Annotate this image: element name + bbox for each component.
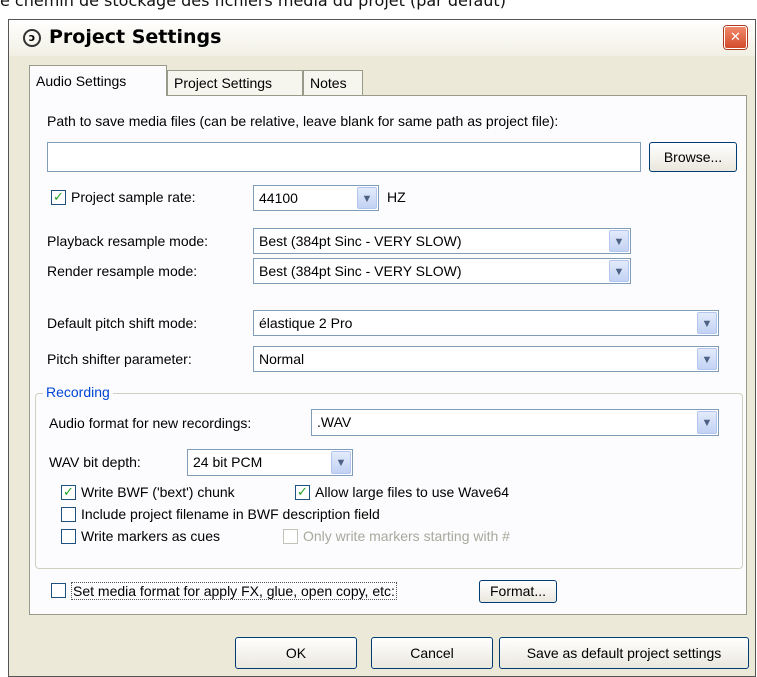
chevron-down-icon[interactable]: ▼	[697, 411, 717, 434]
write-markers-checkbox[interactable]	[61, 529, 76, 544]
tab-audio-settings[interactable]: Audio Settings	[29, 65, 167, 96]
write-markers-label: Write markers as cues	[81, 528, 220, 544]
pitch-param-select[interactable]: Normal ▼	[253, 346, 719, 372]
bit-depth-label: WAV bit depth:	[49, 454, 141, 470]
bit-depth-select[interactable]: 24 bit PCM ▼	[187, 449, 353, 476]
checkmark-icon: ✓	[53, 190, 64, 205]
only-markers-checkbox[interactable]	[283, 529, 298, 544]
only-markers-label: Only write markers starting with #	[303, 528, 510, 544]
page-caption: e chemin de stockage des fichiers média …	[0, 0, 506, 10]
pitch-shift-value: élastique 2 Pro	[259, 315, 353, 331]
bit-depth-value: 24 bit PCM	[193, 454, 263, 470]
render-resample-value: Best (384pt Sinc - VERY SLOW)	[259, 263, 462, 279]
save-default-button[interactable]: Save as default project settings	[499, 637, 749, 669]
browse-button[interactable]: Browse...	[649, 142, 737, 172]
include-filename-label: Include project filename in BWF descript…	[81, 506, 380, 522]
sample-rate-checkbox[interactable]: ✓	[51, 190, 66, 205]
pitch-shift-select[interactable]: élastique 2 Pro ▼	[253, 310, 719, 336]
sample-rate-label: Project sample rate:	[71, 189, 196, 205]
allow-large-checkbox[interactable]: ✓	[295, 485, 310, 500]
media-format-label: Set media format for apply FX, glue, ope…	[71, 582, 397, 600]
pitch-shift-label: Default pitch shift mode:	[47, 315, 198, 331]
playback-resample-select[interactable]: Best (384pt Sinc - VERY SLOW) ▼	[253, 228, 631, 254]
write-bwf-checkbox[interactable]: ✓	[61, 485, 76, 500]
render-resample-label: Render resample mode:	[47, 263, 198, 279]
audio-format-label: Audio format for new recordings:	[49, 415, 252, 431]
tab-notes[interactable]: Notes	[303, 70, 363, 95]
dialog-title: Project Settings	[49, 26, 222, 48]
cancel-button[interactable]: Cancel	[371, 637, 493, 669]
media-path-input[interactable]	[47, 142, 641, 172]
sample-rate-value: 44100	[259, 190, 298, 206]
playback-resample-label: Playback resample mode:	[47, 233, 209, 249]
close-icon: ✕	[730, 30, 741, 45]
format-button[interactable]: Format...	[479, 580, 557, 603]
tab-project-settings[interactable]: Project Settings	[167, 70, 303, 95]
recording-group-title: Recording	[43, 384, 113, 400]
chevron-down-icon[interactable]: ▼	[609, 230, 629, 252]
title-bar[interactable]: ↄ Project Settings ✕	[9, 20, 755, 56]
chevron-down-icon[interactable]: ▼	[357, 187, 377, 209]
audio-format-select[interactable]: .WAV ▼	[311, 409, 719, 436]
chevron-down-icon[interactable]: ▼	[697, 312, 717, 334]
chevron-down-icon[interactable]: ▼	[609, 260, 629, 282]
chevron-down-icon[interactable]: ▼	[331, 451, 351, 474]
pitch-param-label: Pitch shifter parameter:	[47, 351, 192, 367]
media-format-checkbox[interactable]	[51, 583, 66, 598]
sample-rate-select[interactable]: 44100 ▼	[253, 185, 379, 211]
render-resample-select[interactable]: Best (384pt Sinc - VERY SLOW) ▼	[253, 258, 631, 284]
checkmark-icon: ✓	[297, 485, 308, 500]
playback-resample-value: Best (384pt Sinc - VERY SLOW)	[259, 233, 462, 249]
app-icon: ↄ	[23, 29, 41, 47]
audio-format-value: .WAV	[317, 414, 352, 430]
sample-rate-unit: HZ	[387, 189, 406, 205]
include-filename-checkbox[interactable]	[61, 507, 76, 522]
close-button[interactable]: ✕	[724, 26, 747, 49]
pitch-param-value: Normal	[259, 351, 305, 367]
project-settings-dialog: ↄ Project Settings ✕ Audio Settings Proj…	[8, 19, 756, 677]
ok-button[interactable]: OK	[235, 637, 357, 669]
allow-large-label: Allow large files to use Wave64	[315, 484, 510, 500]
checkmark-icon: ✓	[63, 485, 74, 500]
write-bwf-label: Write BWF ('bext') chunk	[81, 484, 235, 500]
media-path-label: Path to save media files (can be relativ…	[47, 113, 559, 129]
chevron-down-icon[interactable]: ▼	[697, 348, 717, 370]
